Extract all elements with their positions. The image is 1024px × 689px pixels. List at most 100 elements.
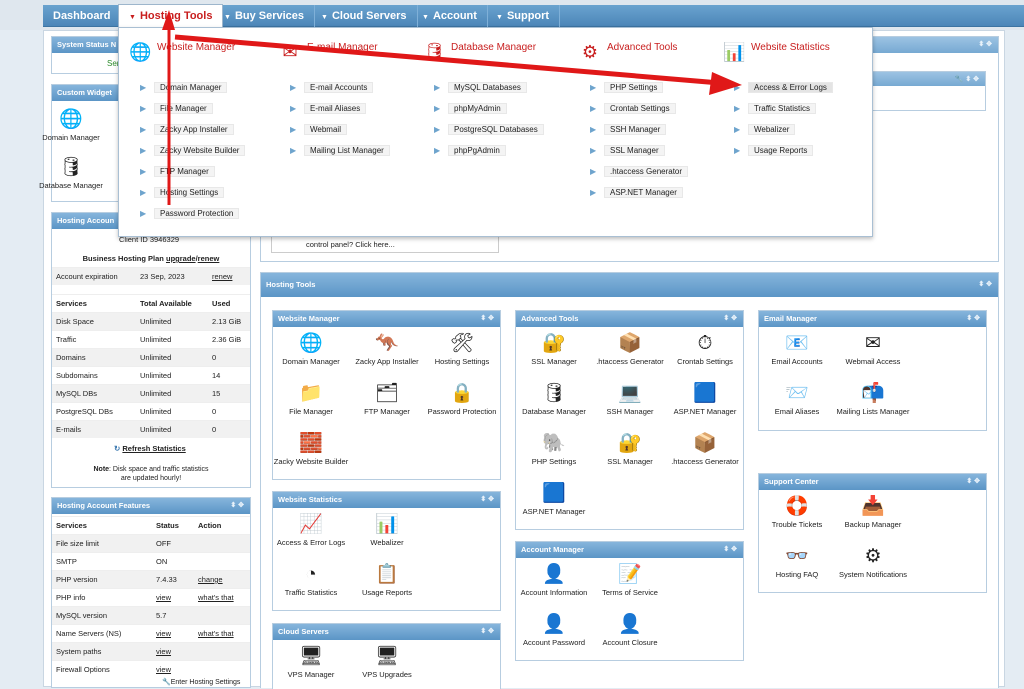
menu-item[interactable]: ▶ FTP Manager bbox=[136, 163, 215, 181]
tool-terms-of-service[interactable]: 📝 Terms of Service bbox=[582, 564, 678, 597]
menu-item[interactable]: ▶ Crontab Settings bbox=[586, 100, 676, 118]
icon-label: ASP.NET Manager bbox=[522, 507, 586, 516]
nav-hosting-tools[interactable]: ▼ Hosting Tools bbox=[118, 4, 224, 28]
widget-database-manager[interactable]: 🛢 Database Manager bbox=[39, 157, 103, 190]
menu-item[interactable]: ▶ Mailing List Manager bbox=[286, 142, 390, 160]
tool-htaccess-generator-2[interactable]: 📦 .htaccess Generator bbox=[657, 433, 753, 466]
bullet-icon: ▶ bbox=[734, 83, 741, 92]
icon-label: .htaccess Generator bbox=[596, 357, 664, 366]
menu-col-email-manager: ✉ E-mail Manager ▶ E-mail Accounts ▶ E-mail… bbox=[271, 38, 409, 156]
box-controls-icon[interactable]: ⬍ ✥ bbox=[978, 273, 992, 297]
box-controls-icon[interactable]: ⬍ ✥ bbox=[978, 37, 992, 53]
icon-label: VPS Manager bbox=[287, 670, 335, 679]
tool-vps-upgrades[interactable]: 🖥 VPS Upgrades bbox=[339, 646, 435, 679]
nav-support[interactable]: ▼ Support bbox=[486, 5, 561, 27]
menu-item[interactable]: ▶ File Manager bbox=[136, 100, 213, 118]
hosting-tools-section: Hosting Tools ⬍ ✥ Website Manager ⬍ ✥ 🌐 Dom… bbox=[260, 272, 999, 689]
menu-item[interactable]: ▶ Traffic Statistics bbox=[730, 100, 817, 118]
menu-item[interactable]: ▶ PostgreSQL Databases bbox=[430, 121, 544, 139]
menu-heading[interactable]: 🌐 Website Manager bbox=[121, 38, 259, 68]
view-link[interactable]: view bbox=[156, 661, 171, 679]
menu-heading[interactable]: 🛢 Database Manager bbox=[415, 38, 553, 68]
view-link[interactable]: view bbox=[156, 589, 171, 607]
menu-item[interactable]: ▶ ASP.NET Manager bbox=[586, 184, 683, 202]
ht-website-statistics: Website Statistics ⬍ ✥ 📈 Access & Error Lo… bbox=[272, 491, 501, 611]
menu-item[interactable]: ▶ E-mail Accounts bbox=[286, 79, 374, 97]
enter-hosting-settings-link[interactable]: 🔧Enter Hosting Settings bbox=[162, 678, 240, 686]
box-controls-icon[interactable]: ⬍ ✥ bbox=[480, 311, 494, 327]
whats-that-link[interactable]: what's that bbox=[198, 625, 234, 643]
view-link[interactable]: view bbox=[156, 643, 171, 661]
change-link[interactable]: change bbox=[198, 571, 223, 589]
icon-label: SSH Manager bbox=[606, 407, 654, 416]
box-controls-icon[interactable]: 🔧 ⬍ ✥ bbox=[955, 72, 979, 88]
tool-mailing-lists[interactable]: 📬 Mailing Lists Manager bbox=[825, 383, 921, 416]
menu-heading[interactable]: ⚙ Advanced Tools bbox=[571, 38, 709, 68]
ssl-icon: 🔐 bbox=[542, 333, 566, 354]
menu-item-label: .htaccess Generator bbox=[604, 166, 689, 177]
upgrade-link[interactable]: upgrade bbox=[166, 254, 196, 263]
menu-item[interactable]: ▶ MySQL Databases bbox=[430, 79, 527, 97]
menu-item-access-error-logs[interactable]: ▶ Access & Error Logs bbox=[730, 79, 833, 97]
bullet-icon: ▶ bbox=[140, 104, 147, 113]
bullet-icon: ▶ bbox=[290, 146, 297, 155]
table-row: E-mails Unlimited 0 bbox=[52, 420, 250, 438]
nav-dashboard[interactable]: Dashboard bbox=[43, 5, 122, 27]
box-controls-icon[interactable]: ⬍ ✥ bbox=[480, 624, 494, 640]
tool-aspnet-manager[interactable]: 🟦 ASP.NET Manager bbox=[657, 383, 753, 416]
renew-link[interactable]: renew bbox=[212, 268, 232, 286]
menu-item[interactable]: ▶ Zacky Website Builder bbox=[136, 142, 246, 160]
tool-crontab[interactable]: ⏱ Crontab Settings bbox=[657, 333, 753, 366]
table-row: Domains Unlimited 0 bbox=[52, 348, 250, 366]
menu-item[interactable]: ▶ Zacky App Installer bbox=[136, 121, 234, 139]
nav-cloud-servers[interactable]: ▼ Cloud Servers bbox=[311, 5, 418, 27]
tool-webmail-access[interactable]: ✉ Webmail Access bbox=[825, 333, 921, 366]
nav-buy-services[interactable]: ▼ Buy Services bbox=[214, 5, 316, 27]
tool-system-notifications[interactable]: ⚙ System Notifications bbox=[825, 546, 921, 579]
box-controls-icon[interactable]: ⬍ ✥ bbox=[723, 542, 737, 558]
tool-aspnet-manager-2[interactable]: 🟦 ASP.NET Manager bbox=[506, 483, 602, 516]
menu-item[interactable]: ▶ Hosting Settings bbox=[136, 184, 225, 202]
box-controls-icon[interactable]: ⬍ ✥ bbox=[966, 311, 980, 327]
col-header: Used bbox=[212, 299, 231, 308]
tool-account-closure[interactable]: 👤 Account Closure bbox=[582, 614, 678, 647]
menu-item[interactable]: ▶ phpPgAdmin bbox=[430, 142, 506, 160]
view-link[interactable]: view bbox=[156, 625, 171, 643]
box-controls-icon[interactable]: ⬍ ✥ bbox=[480, 492, 494, 508]
menu-item[interactable]: ▶ Webalizer bbox=[730, 121, 796, 139]
box-title-text: Hosting Account Features bbox=[57, 501, 151, 510]
nav-account[interactable]: ▼ Account bbox=[412, 5, 488, 27]
menu-item-label: E-mail Aliases bbox=[304, 103, 367, 114]
menu-item[interactable]: ▶ E-mail Aliases bbox=[286, 100, 367, 118]
tool-webalizer[interactable]: 📊 Webalizer bbox=[339, 514, 435, 547]
menu-heading[interactable]: ✉ E-mail Manager bbox=[271, 38, 409, 68]
renew-plan-link[interactable]: renew bbox=[198, 254, 220, 263]
tool-website-builder[interactable]: 🧱 Zacky Website Builder bbox=[263, 433, 359, 466]
menu-item[interactable]: ▶ .htaccess Generator bbox=[586, 163, 689, 181]
tool-password-protection[interactable]: 🔒 Password Protection bbox=[414, 383, 510, 416]
menu-item[interactable]: ▶ Webmail bbox=[286, 121, 347, 139]
menu-item[interactable]: ▶ phpMyAdmin bbox=[430, 100, 507, 118]
menu-item-label: Webalizer bbox=[748, 124, 796, 135]
menu-item[interactable]: ▶ Password Protection bbox=[136, 205, 240, 223]
bullet-icon: ▶ bbox=[140, 188, 147, 197]
icon-label: Account Information bbox=[520, 588, 588, 597]
promo-banner[interactable]: control panel? Click here... bbox=[271, 235, 499, 253]
refresh-statistics-link[interactable]: ↻ Refresh Statistics bbox=[114, 444, 186, 453]
menu-item[interactable]: ▶ Usage Reports bbox=[730, 142, 814, 160]
menu-item[interactable]: ▶ SSL Manager bbox=[586, 142, 665, 160]
tool-backup-manager[interactable]: 📥 Backup Manager bbox=[825, 496, 921, 529]
box-controls-icon[interactable]: ⬍ ✥ bbox=[230, 498, 244, 514]
whats-that-link[interactable]: what's that bbox=[198, 589, 234, 607]
box-controls-icon[interactable]: ⬍ ✥ bbox=[966, 474, 980, 490]
table-row: Firewall Options view bbox=[52, 660, 250, 678]
widget-domain-manager[interactable]: 🌐 Domain Manager bbox=[39, 109, 103, 142]
tool-hosting-settings[interactable]: 🛠 Hosting Settings bbox=[414, 333, 510, 366]
box-controls-icon[interactable]: ⬍ ✥ bbox=[723, 311, 737, 327]
tool-usage-reports[interactable]: 📋 Usage Reports bbox=[339, 564, 435, 597]
menu-item[interactable]: ▶ SSH Manager bbox=[586, 121, 667, 139]
server-icon: 🖥 bbox=[375, 646, 400, 667]
menu-heading[interactable]: 📊 Website Statistics bbox=[715, 38, 853, 68]
menu-item[interactable]: ▶ PHP Settings bbox=[586, 79, 664, 97]
menu-item[interactable]: ▶ Domain Manager bbox=[136, 79, 228, 97]
